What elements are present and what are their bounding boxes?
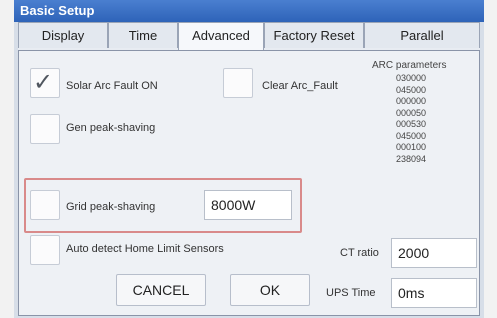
clear-arc-fault-checkbox[interactable] [223, 68, 253, 98]
arc-parameter-value: 030000 [396, 73, 427, 83]
tab-time[interactable]: Time [108, 22, 178, 48]
solar-arc-fault-label: Solar Arc Fault ON [66, 80, 158, 92]
arc-parameters-list: 030000 045000 000000 000050 000530 04500… [396, 73, 426, 165]
clear-arc-fault-label: Clear Arc_Fault [262, 80, 338, 92]
auto-detect-checkbox[interactable] [30, 235, 60, 265]
arc-parameter-value: 238094 [396, 153, 427, 164]
grid-peak-shaving-checkbox[interactable] [30, 190, 60, 220]
ct-ratio-input[interactable]: 2000 [391, 238, 477, 268]
title-bar: Basic Setup [14, 0, 484, 22]
gen-peak-shaving-checkbox[interactable] [30, 114, 60, 144]
arc-parameter-value: 045000 [396, 130, 427, 141]
arc-parameter-value: 045000 [396, 84, 427, 95]
tab-factory-reset[interactable]: Factory Reset [264, 22, 364, 48]
grid-peak-shaving-label: Grid peak-shaving [66, 201, 156, 213]
ok-button[interactable]: OK [230, 274, 310, 306]
ups-time-label: UPS Time [326, 287, 376, 299]
auto-detect-label: Auto detect Home Limit Sensors [66, 243, 224, 255]
arc-parameter-value: 000050 [396, 107, 427, 118]
cancel-button[interactable]: CANCEL [116, 274, 206, 306]
arc-parameters-title: ARC parameters [372, 60, 447, 71]
tab-bar: Display Time Advanced Factory Reset Para… [18, 22, 480, 51]
solar-arc-fault-checkbox[interactable]: ✓ [30, 68, 60, 98]
window-title: Basic Setup [20, 3, 95, 18]
arc-parameter-value: 000000 [396, 96, 427, 106]
arc-parameter-value: 000100 [396, 142, 427, 152]
tab-parallel[interactable]: Parallel [364, 22, 480, 48]
ct-ratio-label: CT ratio [340, 247, 379, 259]
tab-advanced[interactable]: Advanced [178, 22, 264, 50]
gen-peak-shaving-label: Gen peak-shaving [66, 122, 156, 134]
check-icon: ✓ [33, 69, 54, 96]
tab-display[interactable]: Display [18, 22, 108, 48]
arc-parameter-value: 000530 [396, 119, 427, 129]
ups-time-input[interactable]: 0ms [391, 278, 477, 308]
grid-peak-shaving-input[interactable]: 8000W [204, 190, 292, 220]
